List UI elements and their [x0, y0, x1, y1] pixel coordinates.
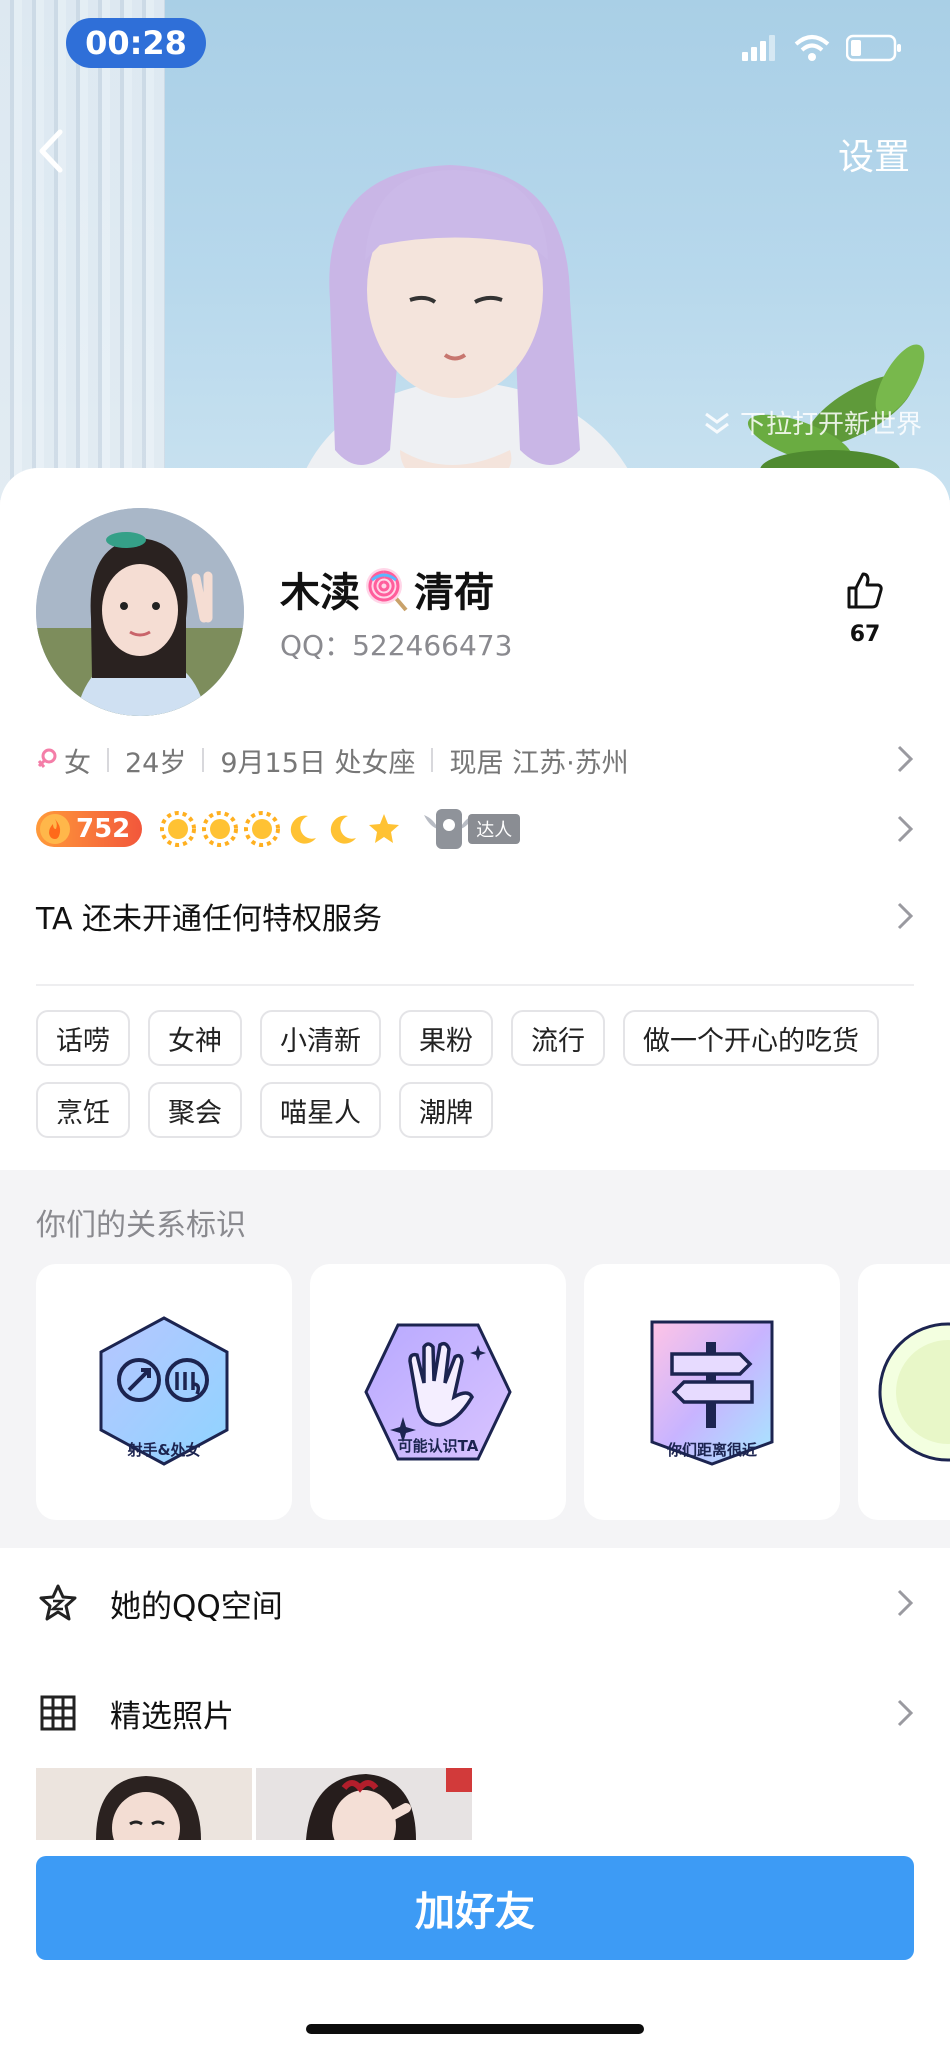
section-divider — [36, 984, 914, 986]
pull-hint-text: 下拉打开新世界 — [739, 410, 922, 440]
name-part2: 清荷 — [414, 570, 494, 616]
age: 24岁 — [125, 747, 187, 779]
tag[interactable]: 做一个开心的吃货 — [623, 1010, 879, 1066]
basic-info-row[interactable]: 女 24岁 9月15日 处女座 现居 江苏·苏州 — [36, 740, 914, 780]
avatar[interactable] — [36, 508, 244, 716]
home-indicator[interactable] — [306, 2024, 644, 2034]
status-time: 00:28 — [66, 18, 206, 68]
relationship-card[interactable]: 你们距离很近 — [584, 1264, 840, 1520]
chevron-right-icon — [897, 902, 914, 930]
location: 现居 江苏·苏州 — [449, 747, 629, 779]
sun-icon — [160, 811, 197, 847]
tag[interactable]: 聚会 — [148, 1082, 242, 1138]
relationship-title: 你们的关系标识 — [36, 1208, 246, 1243]
tag[interactable]: 烹饪 — [36, 1082, 130, 1138]
sun-icon — [244, 811, 281, 847]
tag[interactable]: 潮牌 — [399, 1082, 493, 1138]
relationship-label: 可能认识TA — [397, 1437, 479, 1455]
talent-badge: 达人 — [420, 805, 521, 853]
round-badge-icon — [878, 1322, 950, 1462]
female-icon — [37, 748, 57, 768]
qq-level-row[interactable]: 752 达人 — [36, 804, 914, 854]
birthday-zodiac: 9月15日 处女座 — [220, 747, 416, 779]
divider — [107, 748, 109, 772]
relationship-cards: 射手&处女 可能认识TA 你们距离很近 — [36, 1264, 950, 1520]
like-count: 67 — [849, 622, 881, 647]
photo-thumbnail[interactable] — [256, 1768, 472, 1840]
privilege-row[interactable]: TA 还未开通任何特权服务 — [36, 886, 914, 946]
moon-icon — [331, 815, 357, 844]
star-icon — [369, 814, 400, 843]
relationship-label: 你们距离很近 — [666, 1441, 757, 1459]
chevron-right-icon — [897, 745, 914, 773]
battery-icon — [846, 34, 901, 62]
tag[interactable]: 女神 — [148, 1010, 242, 1066]
wifi-icon — [794, 35, 830, 61]
photo-thumbnail[interactable] — [36, 1768, 252, 1840]
name-part1: 木渎 — [280, 570, 360, 616]
tag[interactable]: 果粉 — [399, 1010, 493, 1066]
tag[interactable]: 小清新 — [260, 1010, 381, 1066]
chevron-right-icon — [897, 815, 914, 843]
divider — [202, 748, 205, 772]
relationship-card[interactable]: 射手&处女 — [36, 1264, 292, 1520]
featured-photos-label: 精选照片 — [110, 1698, 234, 1735]
settings-button[interactable]: 设置 — [838, 128, 910, 180]
chevron-right-icon — [897, 1699, 914, 1727]
grid-icon — [36, 1691, 80, 1735]
avatar-image — [36, 508, 244, 716]
cover-curtain — [0, 0, 165, 500]
relationship-card-partial[interactable] — [858, 1264, 950, 1520]
lollipop-icon — [366, 568, 408, 612]
qzone-label: 她的QQ空间 — [110, 1588, 283, 1625]
sun-icon — [202, 811, 239, 847]
privilege-text: TA 还未开通任何特权服务 — [36, 902, 383, 937]
chevron-right-icon — [897, 1589, 914, 1617]
featured-photos-link[interactable]: 精选照片 — [36, 1678, 914, 1748]
thumbs-up-icon — [847, 572, 883, 609]
featured-photos — [36, 1768, 472, 1840]
like-button[interactable]: 67 — [840, 570, 890, 647]
level-badge: 752 — [36, 811, 143, 847]
divider — [431, 748, 434, 772]
back-icon[interactable] — [34, 128, 70, 174]
relationship-card[interactable]: 可能认识TA — [310, 1264, 566, 1520]
profile-name: 木渎 清荷 — [280, 560, 494, 618]
qzone-star-icon — [36, 1581, 80, 1625]
double-chevron-down-icon — [705, 412, 729, 434]
talent-label: 达人 — [468, 814, 521, 844]
profile-cover[interactable]: 00:28 设置 下拉打开新世界 — [0, 0, 950, 500]
level-icons — [160, 811, 402, 847]
relationship-section: 你们的关系标识 射手&处女 可能认识TA 你们距离很近 — [0, 1170, 950, 1548]
tag[interactable]: 喵星人 — [260, 1082, 381, 1138]
cover-3d-avatar — [294, 165, 644, 500]
level-value: 752 — [76, 814, 131, 844]
tag[interactable]: 流行 — [511, 1010, 605, 1066]
profile-card: 木渎 清荷 QQ：522466473 67 女 24岁 9月15日 处女座 现居… — [0, 468, 950, 2056]
relationship-label: 射手&处女 — [127, 1441, 201, 1459]
interest-tags: 话唠 女神 小清新 果粉 流行 做一个开心的吃货 烹饪 聚会 喵星人 潮牌 — [36, 1010, 914, 1138]
qq-number[interactable]: QQ：522466473 — [280, 624, 512, 664]
qzone-link[interactable]: 她的QQ空间 — [36, 1568, 914, 1638]
signal-icon — [742, 35, 775, 61]
add-friend-button[interactable]: 加好友 — [36, 1856, 914, 1960]
tag[interactable]: 话唠 — [36, 1010, 130, 1066]
flame-icon — [40, 814, 70, 844]
status-icons — [742, 34, 902, 62]
moon-icon — [291, 815, 317, 844]
gender: 女 — [64, 747, 91, 779]
pull-hint[interactable]: 下拉打开新世界 — [702, 404, 922, 441]
